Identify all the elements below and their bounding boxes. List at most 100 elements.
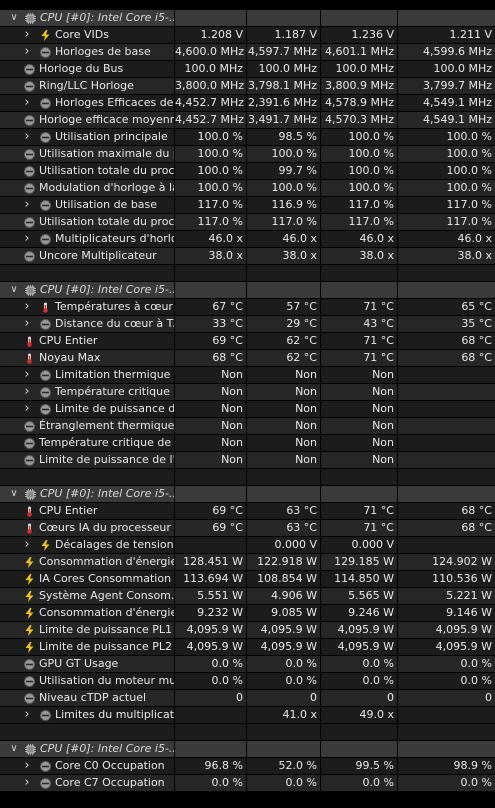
sensor-value-cell: 0.0 %	[247, 775, 320, 791]
sensor-row[interactable]: Cœurs IA du processeur 69 °C 63 °C 71 °C 68 …	[0, 520, 495, 537]
chevron-right-icon[interactable]: ›	[22, 401, 32, 417]
sensor-row[interactable]: CPU Entier 69 °C 63 °C 71 °C 68 °C	[0, 503, 495, 520]
value-max: Non	[372, 436, 394, 449]
sensor-row[interactable]: › Température critique ... Non Non Non	[0, 384, 495, 401]
chevron-down-icon[interactable]: ∨	[9, 486, 19, 502]
chevron-right-icon[interactable]: ›	[22, 707, 32, 723]
value-max: 0.0 %	[362, 776, 394, 789]
sensor-name: Cœurs IA du processeur	[39, 521, 171, 534]
sensor-name: Système Agent Consom...	[39, 589, 174, 602]
sensor-name: Utilisation de base	[55, 198, 158, 211]
sensor-row[interactable]: Ring/LLC Horloge 3,800.0 MHz 3,798.1 MHz 3,…	[0, 78, 495, 95]
thermometer-icon	[24, 353, 35, 364]
sensor-row[interactable]: Étranglement thermique ... Non Non Non	[0, 418, 495, 435]
chevron-right-icon[interactable]: ›	[22, 197, 32, 213]
chevron-right-icon[interactable]: ›	[22, 537, 32, 553]
clock-icon	[40, 132, 51, 143]
sensor-row[interactable]: Horloge du Bus 100.0 MHz 100.0 MHz 100.0 MH…	[0, 61, 495, 78]
sensor-row[interactable]: Limite de puissance PL2 4,095.9 W 4,095.9 …	[0, 639, 495, 656]
sensor-value-cell: 100.0 %	[321, 146, 397, 162]
sensor-row[interactable]: Niveau cTDP actuel 0 0 0 0	[0, 690, 495, 707]
sensor-value-cell	[398, 418, 495, 434]
sensor-row[interactable]: › Horloges Efficaces de... 4,452.7 MHz 2,39…	[0, 95, 495, 112]
sensor-row[interactable]: › Core C7 Occupation 0.0 % 0.0 % 0.0 % 0.0 %	[0, 775, 495, 792]
chevron-down-icon[interactable]: ∨	[9, 282, 19, 298]
sensor-row[interactable]: Noyau Max 68 °C 62 °C 71 °C 68 °C	[0, 350, 495, 367]
sensor-row[interactable]: › Multiplicateurs d'horlo... 46.0 x 46.0 x 4…	[0, 231, 495, 248]
sensor-row[interactable]: › Températures à cœur 67 °C 57 °C 71 °C 65 °C	[0, 299, 495, 316]
chevron-right-icon[interactable]: ›	[22, 129, 32, 145]
sensor-value-cell: 100.0 %	[175, 163, 246, 179]
value-max: 100.0 %	[348, 147, 394, 160]
sensor-row[interactable]: › Core C0 Occupation 96.8 % 52.0 % 99.5 % 98.…	[0, 758, 495, 775]
sensor-value-cell: 116.9 %	[247, 197, 320, 213]
sensor-value-cell: 68 °C	[398, 503, 495, 519]
sensor-value-cell: 0.0 %	[175, 673, 246, 689]
chevron-right-icon[interactable]: ›	[22, 95, 32, 111]
value-max: Non	[372, 453, 394, 466]
sensor-row[interactable]: CPU Entier 69 °C 62 °C 71 °C 68 °C	[0, 333, 495, 350]
sensor-row[interactable]: › Décalages de tension 0.000 V 0.000 V	[0, 537, 495, 554]
chevron-right-icon[interactable]: ›	[22, 367, 32, 383]
section-header[interactable]: ∨ CPU [#0]: Intel Core i5-...	[0, 282, 495, 299]
sensor-row[interactable]: › Horloges de base 4,600.0 MHz 4,597.7 MHz 4…	[0, 44, 495, 61]
chevron-right-icon[interactable]: ›	[22, 384, 32, 400]
sensor-row[interactable]: Température critique de ... Non Non Non	[0, 435, 495, 452]
sensor-row[interactable]: Utilisation du moteur mul... 0.0 % 0.0 % 0.…	[0, 673, 495, 690]
chevron-right-icon[interactable]: ›	[22, 775, 32, 791]
value-min: 100.0 MHz	[258, 62, 317, 75]
sensor-value-cell: 117.0 %	[247, 214, 320, 230]
chevron-right-icon[interactable]: ›	[22, 27, 32, 43]
sensor-name: Core VIDs	[55, 28, 109, 41]
value-average: 0.0 %	[460, 657, 492, 670]
sensor-row[interactable]: Limite de puissance PL1 4,095.9 W 4,095.9 …	[0, 622, 495, 639]
value-current: 100.0 %	[197, 164, 243, 177]
sensor-row[interactable]: › Limites du multiplicate... 41.0 x 49.0 x	[0, 707, 495, 724]
value-min: 4,095.9 W	[260, 623, 317, 636]
chevron-right-icon[interactable]: ›	[22, 316, 32, 332]
sensor-row[interactable]: Uncore Multiplicateur 38.0 x 38.0 x 38.0 x 3…	[0, 248, 495, 265]
section-header[interactable]: ∨ CPU [#0]: Intel Core i5-...	[0, 10, 495, 27]
sensor-value-cell	[247, 469, 320, 485]
section-header[interactable]: ∨ CPU [#0]: Intel Core i5-...	[0, 486, 495, 503]
chevron-right-icon[interactable]: ›	[22, 758, 32, 774]
sensor-row[interactable]: Consommation d'énergie... 9.232 W 9.085 W 9…	[0, 605, 495, 622]
sensor-row[interactable]: Horloge efficace moyenne 4,452.7 MHz 3,491…	[0, 112, 495, 129]
sensor-value-cell: 96.8 %	[175, 758, 246, 774]
value-max: 71 °C	[363, 504, 394, 517]
sensor-label-cell: Système Agent Consom...	[0, 588, 174, 604]
chevron-right-icon[interactable]: ›	[22, 299, 32, 315]
sensor-value-cell: 100.0 MHz	[321, 61, 397, 77]
sensor-row[interactable]: Utilisation totale du proc... 100.0 % 99.7…	[0, 163, 495, 180]
sensor-row[interactable]: Utilisation maximale du p... 100.0 % 100.0…	[0, 146, 495, 163]
sensor-row[interactable]: › Limite de puissance d... Non Non Non	[0, 401, 495, 418]
chevron-down-icon[interactable]: ∨	[9, 10, 19, 26]
sensor-row[interactable]: › Utilisation de base 117.0 % 116.9 % 117.0 …	[0, 197, 495, 214]
sensor-row[interactable]: Modulation d'horloge à la... 100.0 % 100.0…	[0, 180, 495, 197]
section-header[interactable]: ∨ CPU [#0]: Intel Core i5-...	[0, 741, 495, 758]
sensor-row[interactable]: Consommation d'énergie... 128.451 W 122.91…	[0, 554, 495, 571]
chevron-right-icon[interactable]: ›	[22, 231, 32, 247]
sensor-label-cell: GPU GT Usage	[0, 656, 174, 672]
sensor-name: Utilisation totale du proc...	[39, 215, 174, 228]
sensor-value-cell: 0.0 %	[321, 656, 397, 672]
value-min: 2,391.6 MHz	[247, 96, 317, 109]
sensor-row[interactable]: Utilisation totale du proc... 117.0 % 117.…	[0, 214, 495, 231]
sensor-row[interactable]: Limite de puissance de l'... Non Non Non	[0, 452, 495, 469]
chevron-right-icon[interactable]: ›	[22, 44, 32, 60]
value-current: 4,452.7 MHz	[175, 96, 245, 109]
sensor-name: Horloges Efficaces de...	[55, 96, 174, 109]
value-min: 122.918 W	[257, 555, 317, 568]
sensor-row[interactable]: › Utilisation principale 100.0 % 98.5 % 100.…	[0, 129, 495, 146]
sensor-row[interactable]: › Limitation thermique ... Non Non Non	[0, 367, 495, 384]
sensor-row[interactable]: Système Agent Consom... 5.551 W 4.906 W 5.5…	[0, 588, 495, 605]
sensor-row[interactable]: › Core VIDs 1.208 V 1.187 V 1.236 V 1.211 V	[0, 27, 495, 44]
sensor-value-cell: Non	[247, 435, 320, 451]
sensor-row[interactable]: › Distance du cœur à T... 33 °C 29 °C 43 °C 3…	[0, 316, 495, 333]
sensor-value-cell: 100.0 %	[321, 180, 397, 196]
chevron-down-icon[interactable]: ∨	[9, 741, 19, 757]
sensor-label-cell: Limite de puissance de l'...	[0, 452, 174, 468]
sensor-row[interactable]: IA Cores Consommation ... 113.694 W 108.85…	[0, 571, 495, 588]
sensor-row[interactable]: GPU GT Usage 0.0 % 0.0 % 0.0 % 0.0 %	[0, 656, 495, 673]
sensor-name: Limite de puissance PL1	[39, 623, 173, 636]
